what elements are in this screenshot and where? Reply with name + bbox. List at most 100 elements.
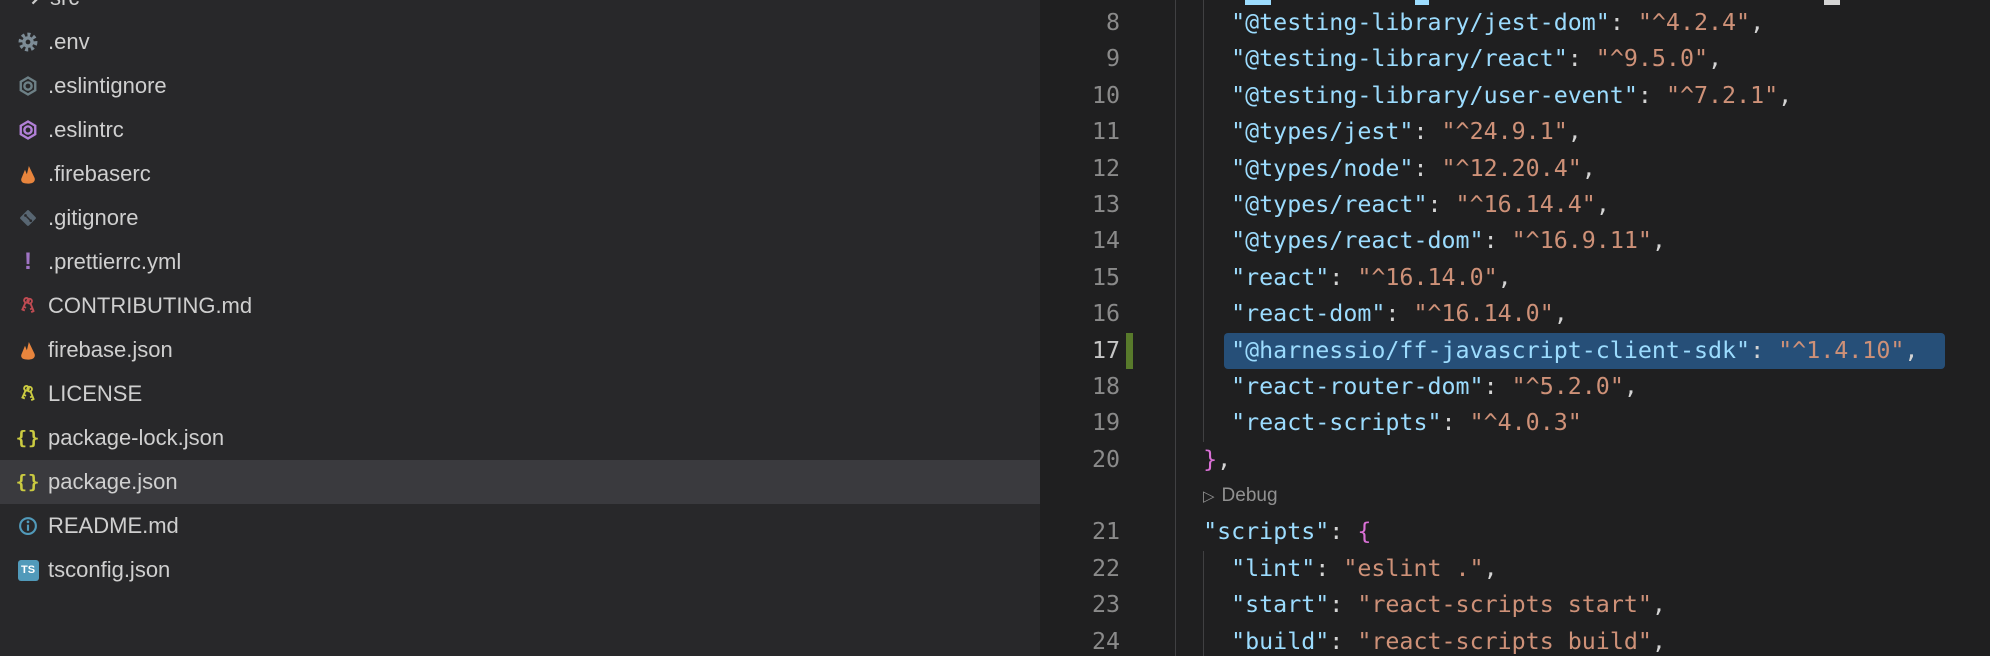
token-string: "^24.9.1" <box>1442 118 1568 145</box>
file-label: .eslintignore <box>48 73 167 99</box>
token-punct: , <box>1904 337 1918 364</box>
code-line-17[interactable]: "@harnessio/ff-javascript-client-sdk": "… <box>1175 333 1918 369</box>
token-key: "build" <box>1231 628 1329 655</box>
token-string: "react-scripts build" <box>1357 628 1652 655</box>
token-key: "@testing-library/react" <box>1231 45 1568 72</box>
code-line-23[interactable]: "start": "react-scripts start", <box>1175 587 1918 623</box>
line-number-10[interactable]: 10 <box>1040 78 1120 114</box>
token-punct: , <box>1596 191 1610 218</box>
line-number-21[interactable]: 21 <box>1040 514 1120 550</box>
token-punct: , <box>1217 446 1231 473</box>
file-item--prettierrc-yml[interactable]: !.prettierrc.yml <box>0 240 1040 284</box>
code-line-16[interactable]: "react-dom": "^16.14.0", <box>1175 296 1918 332</box>
file-label: CONTRIBUTING.md <box>48 293 252 319</box>
folder-item-src[interactable]: src <box>0 0 1040 20</box>
file-label: firebase.json <box>48 337 173 363</box>
token-punct: : <box>1442 409 1470 436</box>
code-editor[interactable]: 891011121314151617181920 21222324 "@testi… <box>1040 0 1990 656</box>
file-item-license[interactable]: LICENSE <box>0 372 1040 416</box>
line-number-16[interactable]: 16 <box>1040 296 1120 332</box>
token-string: "^16.14.0" <box>1413 300 1553 327</box>
token-punct: , <box>1624 373 1638 400</box>
token-punct: : <box>1750 337 1778 364</box>
file-label: README.md <box>48 513 179 539</box>
file-label: tsconfig.json <box>48 557 170 583</box>
codelens-debug[interactable]: ▷Debug <box>1203 478 1946 514</box>
code-content[interactable]: "@testing-library/jest-dom": "^4.2.4", "… <box>1175 5 1918 656</box>
token-string: "^7.2.1" <box>1666 82 1778 109</box>
code-line-19[interactable]: "react-scripts": "^4.0.3" <box>1175 405 1918 441</box>
line-number-17[interactable]: 17 <box>1040 333 1120 369</box>
token-string: "^1.4.10" <box>1778 337 1904 364</box>
file-item-contributing-md[interactable]: CONTRIBUTING.md <box>0 284 1040 328</box>
file-item-package-json[interactable]: {} package.json <box>0 460 1040 504</box>
token-string: "eslint ." <box>1343 555 1483 582</box>
gear-icon <box>17 31 39 53</box>
code-line-11[interactable]: "@types/jest": "^24.9.1", <box>1175 114 1918 150</box>
token-punct: : <box>1484 373 1512 400</box>
token-string: "^5.2.0" <box>1512 373 1624 400</box>
code-line-21[interactable]: "scripts": { <box>1175 514 1918 550</box>
line-number-gutter[interactable]: 891011121314151617181920 21222324 <box>1040 5 1120 656</box>
braces-icon: {} <box>17 471 39 493</box>
code-line-9[interactable]: "@testing-library/react": "^9.5.0", <box>1175 41 1918 77</box>
file-item--eslintrc[interactable]: .eslintrc <box>0 108 1040 152</box>
line-number-12[interactable]: 12 <box>1040 151 1120 187</box>
token-punct: , <box>1750 9 1764 36</box>
line-number-8[interactable]: 8 <box>1040 5 1120 41</box>
line-number-14[interactable]: 14 <box>1040 223 1120 259</box>
token-string: "^12.20.4" <box>1442 155 1582 182</box>
code-line-24[interactable]: "build": "react-scripts build", <box>1175 624 1918 656</box>
token-punct: , <box>1484 555 1498 582</box>
file-item--firebaserc[interactable]: .firebaserc <box>0 152 1040 196</box>
token-punct: : <box>1638 82 1666 109</box>
token-string: "react-scripts start" <box>1357 591 1652 618</box>
code-line-22[interactable]: "lint": "eslint .", <box>1175 551 1918 587</box>
line-number-23[interactable]: 23 <box>1040 587 1120 623</box>
file-item--env[interactable]: .env <box>0 20 1040 64</box>
file-item-firebase-json[interactable]: firebase.json <box>0 328 1040 372</box>
token-key: "start" <box>1231 591 1329 618</box>
line-number-24[interactable]: 24 <box>1040 624 1120 656</box>
token-punct: : <box>1329 591 1357 618</box>
code-line-8[interactable]: "@testing-library/jest-dom": "^4.2.4", <box>1175 5 1918 41</box>
line-number-15[interactable]: 15 <box>1040 260 1120 296</box>
code-line-18[interactable]: "react-router-dom": "^5.2.0", <box>1175 369 1918 405</box>
file-label: .env <box>48 29 90 55</box>
gutter-spacer <box>1040 478 1120 514</box>
git-modified-indicator <box>1126 333 1133 369</box>
token-bracket: { <box>1357 518 1371 545</box>
token-punct: , <box>1652 227 1666 254</box>
file-label: package.json <box>48 469 178 495</box>
token-punct: , <box>1568 118 1582 145</box>
line-number-11[interactable]: 11 <box>1040 114 1120 150</box>
file-item--gitignore[interactable]: .gitignore <box>0 196 1040 240</box>
line-number-18[interactable]: 18 <box>1040 369 1120 405</box>
token-punct: : <box>1315 555 1343 582</box>
selection-highlight: "@harnessio/ff-javascript-client-sdk": "… <box>1224 333 1945 369</box>
code-line-13[interactable]: "@types/react": "^16.14.4", <box>1175 187 1918 223</box>
braces-icon: {} <box>17 427 39 449</box>
code-line-20[interactable]: }, <box>1175 442 1918 478</box>
token-punct: : <box>1329 518 1357 545</box>
code-line-14[interactable]: "@types/react-dom": "^16.9.11", <box>1175 223 1918 259</box>
code-line-15[interactable]: "react": "^16.14.0", <box>1175 260 1918 296</box>
token-key: "react-scripts" <box>1231 409 1441 436</box>
file-item--eslintignore[interactable]: .eslintignore <box>0 64 1040 108</box>
line-number-20[interactable]: 20 <box>1040 442 1120 478</box>
firebase-icon <box>17 339 39 361</box>
file-label: src <box>50 0 79 11</box>
code-line-12[interactable]: "@types/node": "^12.20.4", <box>1175 151 1918 187</box>
token-punct: : <box>1385 300 1413 327</box>
code-line-10[interactable]: "@testing-library/user-event": "^7.2.1", <box>1175 78 1918 114</box>
token-punct: : <box>1610 9 1638 36</box>
line-number-9[interactable]: 9 <box>1040 41 1120 77</box>
line-number-13[interactable]: 13 <box>1040 187 1120 223</box>
file-item-package-lock-json[interactable]: {}package-lock.json <box>0 416 1040 460</box>
token-punct: , <box>1554 300 1568 327</box>
chevron-right-icon <box>24 0 46 9</box>
file-item-readme-md[interactable]: README.md <box>0 504 1040 548</box>
line-number-19[interactable]: 19 <box>1040 405 1120 441</box>
line-number-22[interactable]: 22 <box>1040 551 1120 587</box>
file-item-tsconfig-json[interactable]: TStsconfig.json <box>0 548 1040 592</box>
